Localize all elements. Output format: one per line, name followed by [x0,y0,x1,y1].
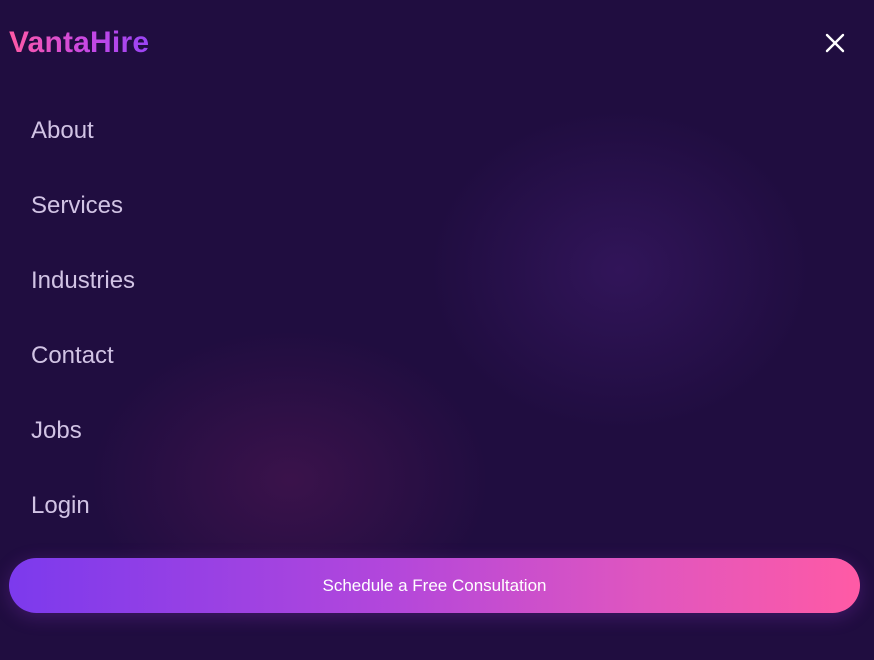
mobile-menu-panel: VantaHire About Services Industries Cont… [0,0,874,660]
mobile-nav-list: About Services Industries Contact Jobs L… [31,112,135,562]
schedule-consultation-button[interactable]: Schedule a Free Consultation [9,558,860,613]
brand-logo[interactable]: VantaHire [9,24,149,62]
nav-link-jobs[interactable]: Jobs [31,412,135,487]
nav-link-industries[interactable]: Industries [31,262,135,337]
nav-link-login[interactable]: Login [31,487,135,562]
nav-link-about[interactable]: About [31,112,135,187]
nav-link-contact[interactable]: Contact [31,337,135,412]
close-icon [825,33,845,53]
close-menu-button[interactable] [819,27,851,59]
nav-link-services[interactable]: Services [31,187,135,262]
